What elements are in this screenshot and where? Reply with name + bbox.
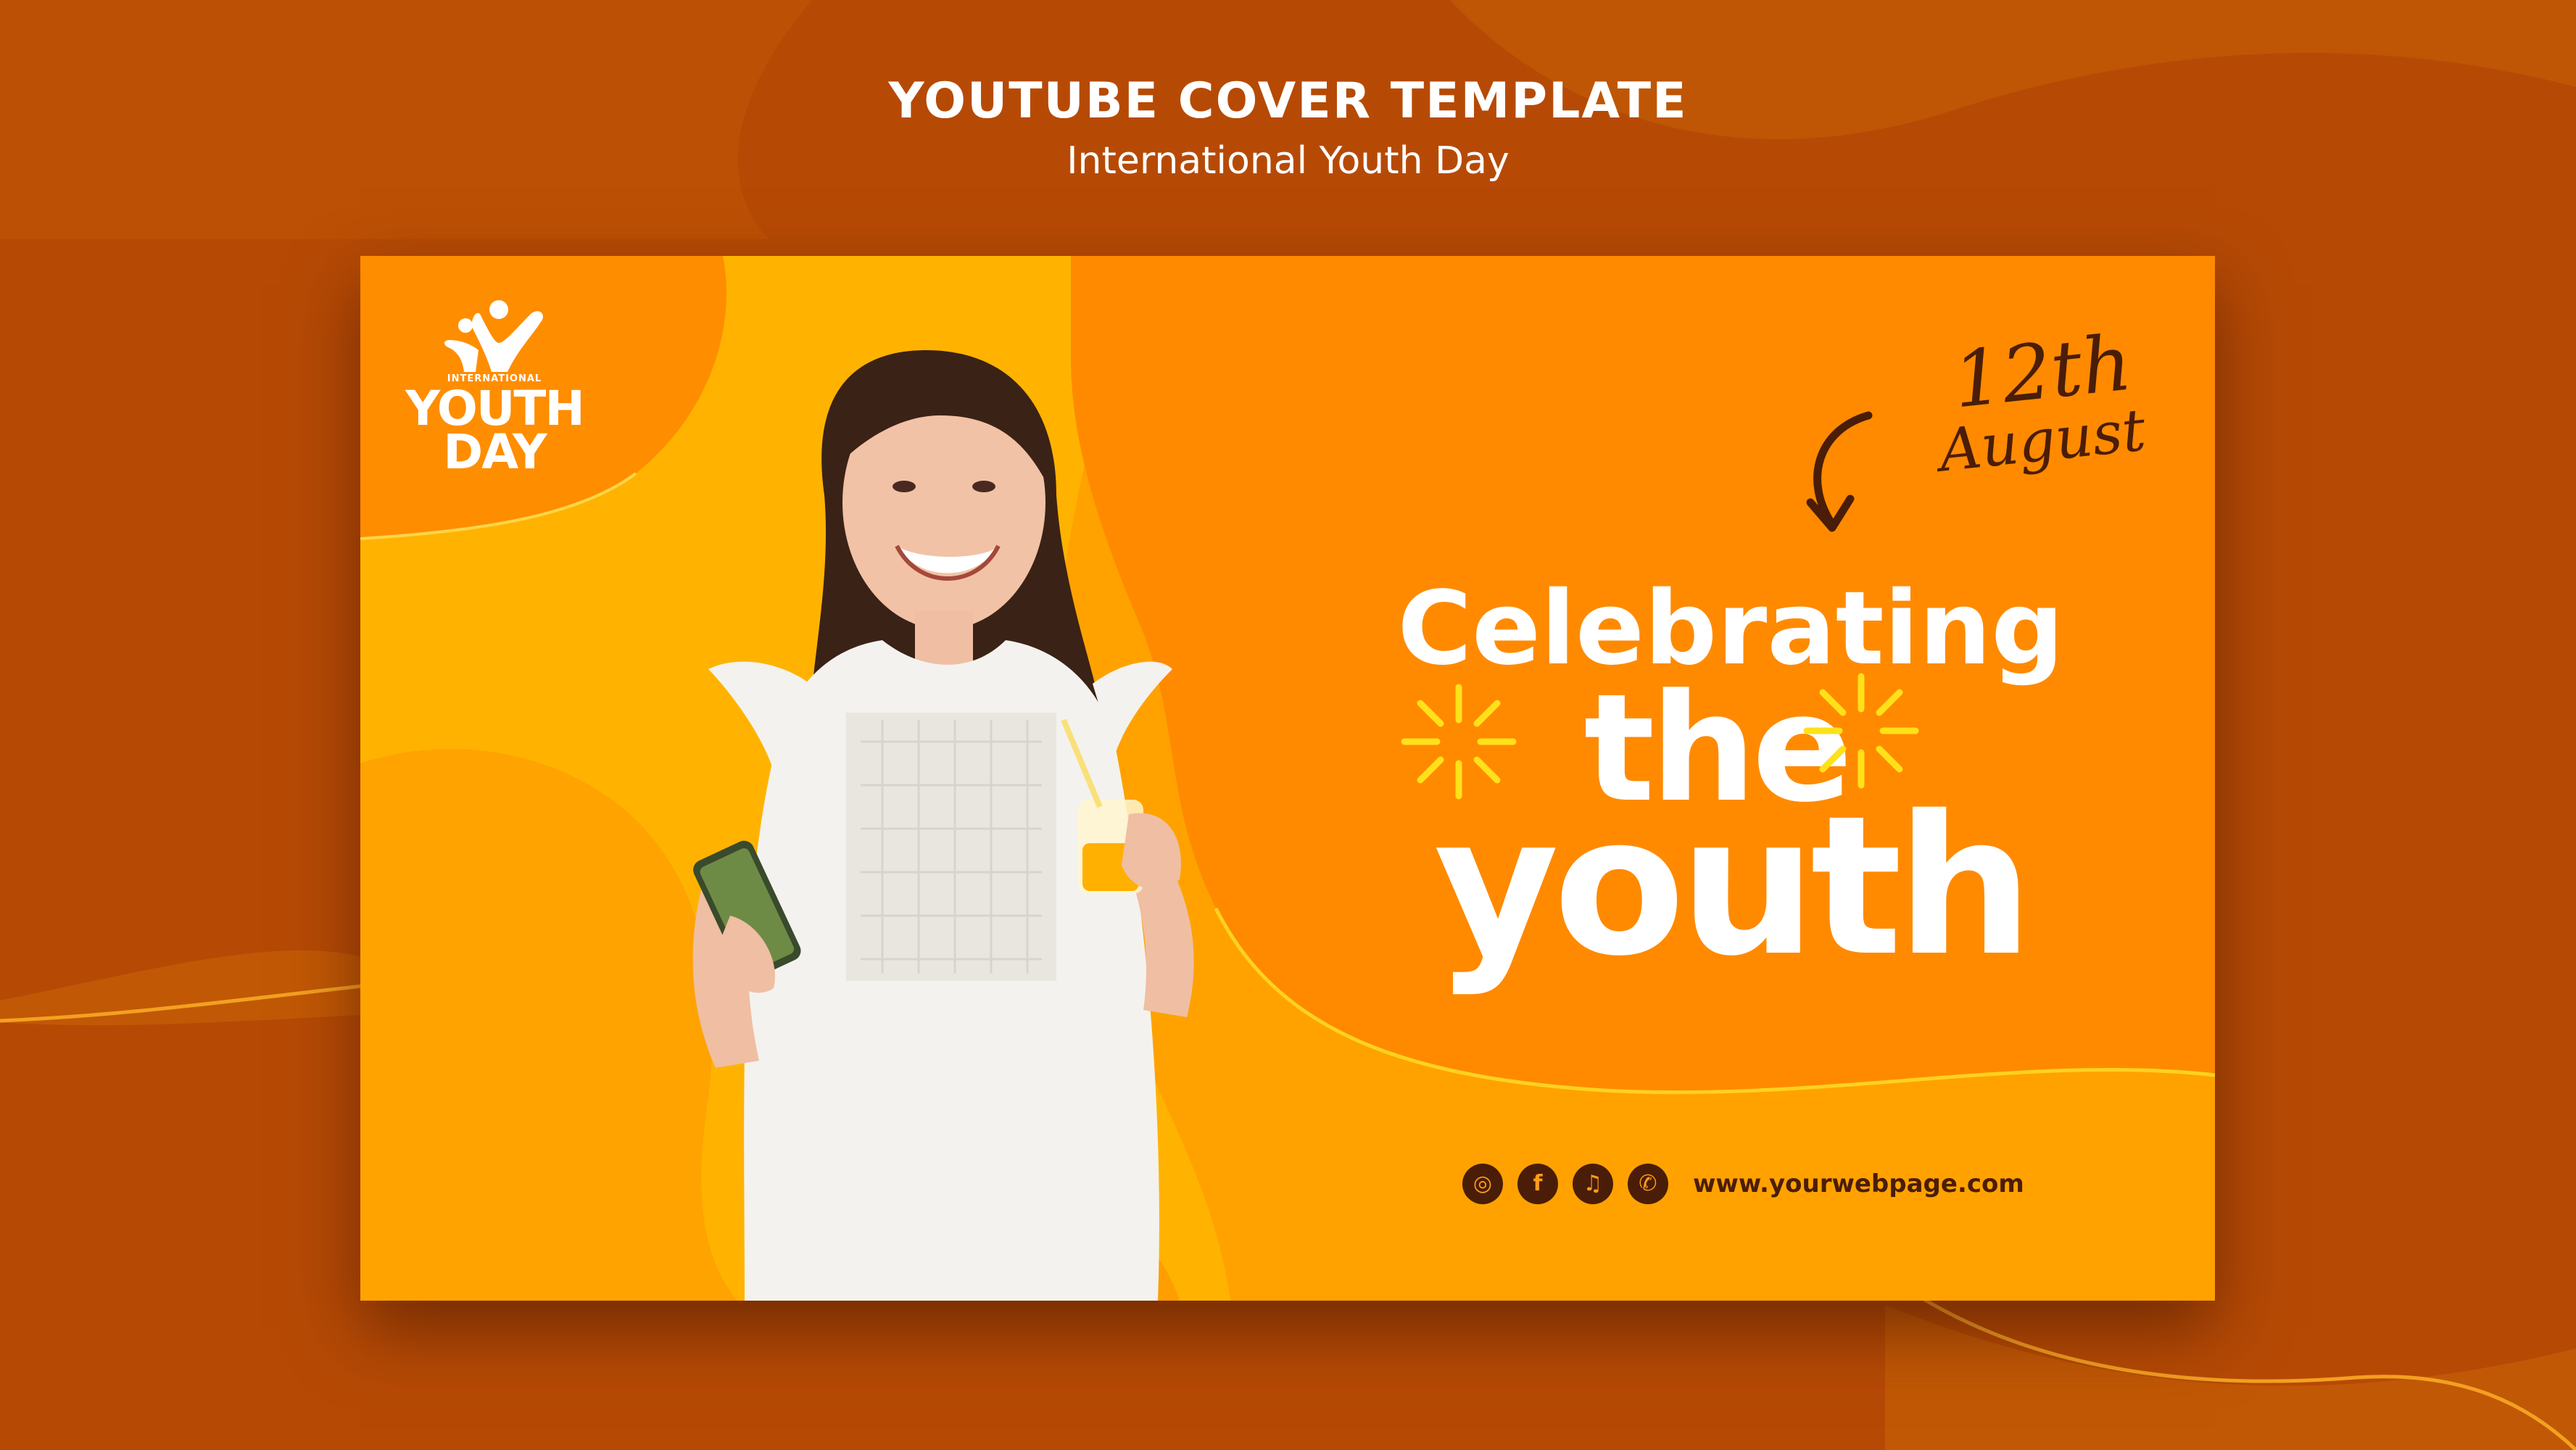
cover-card: INTERNATIONAL YOUTH DAY 12th August Cele…	[360, 256, 2215, 1301]
social-links: ◎ f ♫ ✆ www.yourwebpage.com	[1462, 1162, 2024, 1206]
instagram-icon[interactable]: ◎	[1462, 1164, 1503, 1204]
curved-arrow-icon	[1806, 411, 1873, 532]
page-subtitle: International Youth Day	[1067, 139, 1509, 183]
page-title: YOUTUBE COVER TEMPLATE	[888, 72, 1688, 130]
sparkle-right-icon	[1803, 673, 1919, 789]
sparkle-left-icon	[1401, 684, 1517, 800]
event-date: 12th August	[1897, 318, 2187, 502]
youth-figures-icon	[444, 300, 543, 372]
facebook-icon[interactable]: f	[1517, 1164, 1558, 1204]
website-link[interactable]: www.yourwebpage.com	[1693, 1169, 2024, 1198]
twitter-icon[interactable]: ♫	[1573, 1164, 1613, 1204]
logo-line-day: DAY	[443, 424, 547, 480]
whatsapp-icon[interactable]: ✆	[1628, 1164, 1668, 1204]
headline-youth: youth	[1433, 775, 2034, 998]
poster-stage: YOUTUBE COVER TEMPLATE International You…	[0, 0, 2576, 1450]
photo-smiling-woman	[692, 350, 1194, 1301]
youth-day-logo: INTERNATIONAL YOUTH DAY	[400, 299, 589, 488]
